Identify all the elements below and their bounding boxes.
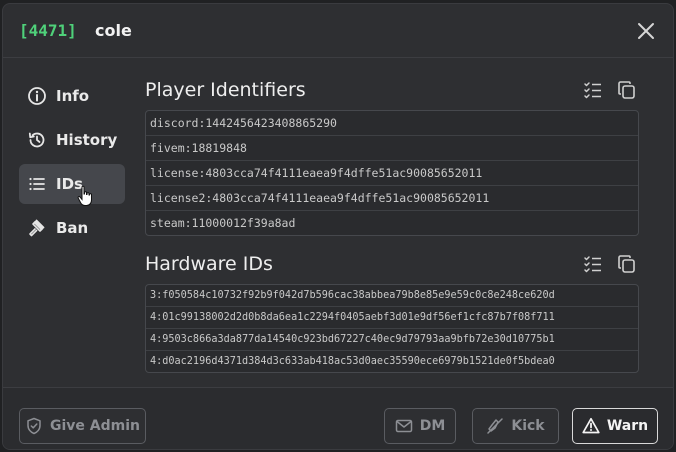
dm-label: DM [419, 418, 446, 434]
history-icon [27, 130, 47, 150]
give-admin-label: Give Admin [50, 418, 140, 434]
checklist-icon[interactable] [583, 254, 603, 274]
player-identifiers-header: Player Identifiers [145, 76, 639, 106]
hardware-ids-header: Hardware IDs [145, 250, 639, 280]
player-id: [4471] [19, 21, 77, 40]
list-item[interactable]: license2:4803cca74f4111eaea9f4dffe51ac90… [146, 186, 638, 211]
checklist-icon[interactable] [583, 80, 603, 100]
list-item[interactable]: discord:1442456423408865290 [146, 111, 638, 136]
mail-icon [395, 417, 413, 435]
kick-icon [486, 417, 504, 435]
sidebar-item-info[interactable]: Info [19, 76, 125, 116]
section-title: Hardware IDs [145, 253, 273, 275]
hand-cursor-icon [77, 185, 92, 206]
modal-footer: Give Admin DM Kick Warn [3, 387, 673, 449]
sidebar-item-ban[interactable]: Ban [19, 208, 125, 248]
close-icon[interactable] [637, 22, 655, 40]
warning-icon [582, 417, 600, 435]
hardware-ids-list: 3:f050584c10732f92b9f042d7b596cac38abbea… [145, 284, 639, 373]
gavel-icon [27, 218, 47, 238]
sidebar-item-history[interactable]: History [19, 120, 125, 160]
list-item[interactable]: 3:f050584c10732f92b9f042d7b596cac38abbea… [146, 285, 638, 307]
kick-label: Kick [511, 418, 545, 434]
ids-content: Player Identifiers discord:1442456423408… [145, 76, 639, 373]
player-identifiers-list: discord:1442456423408865290 fivem:188198… [145, 110, 639, 236]
sidebar: Info History IDs Ban [19, 76, 125, 252]
modal-header: [4471] cole [3, 4, 673, 58]
player-modal: [4471] cole Info History IDs Ban Player … [2, 3, 674, 450]
list-item[interactable]: fivem:18819848 [146, 136, 638, 161]
warn-button[interactable]: Warn [572, 408, 658, 444]
copy-icon[interactable] [617, 80, 637, 100]
info-icon [27, 86, 47, 106]
sidebar-item-label: Ban [56, 219, 89, 237]
list-icon [27, 174, 47, 194]
warn-label: Warn [606, 418, 649, 434]
section-title: Player Identifiers [145, 79, 306, 101]
sidebar-item-label: Info [56, 87, 90, 105]
list-item[interactable]: 4:9503c866a3da877da14540c923bd67227c40ec… [146, 329, 638, 351]
dm-button[interactable]: DM [384, 408, 456, 444]
shield-check-icon [25, 417, 43, 435]
copy-icon[interactable] [617, 254, 637, 274]
list-item[interactable]: license:4803cca74f4111eaea9f4dffe51ac900… [146, 161, 638, 186]
sidebar-item-ids[interactable]: IDs [19, 164, 125, 206]
list-item[interactable]: 4:01c99138002d2d0b8da6ea1c2294f0405aebf3… [146, 307, 638, 329]
list-item[interactable]: 4:d0ac2196d4371d384d3c633ab418ac53d0aec3… [146, 351, 638, 372]
give-admin-button[interactable]: Give Admin [19, 408, 146, 444]
kick-button[interactable]: Kick [472, 408, 559, 444]
player-name: cole [95, 21, 132, 40]
sidebar-item-label: History [56, 131, 118, 149]
list-item[interactable]: steam:11000012f39a8ad [146, 211, 638, 235]
